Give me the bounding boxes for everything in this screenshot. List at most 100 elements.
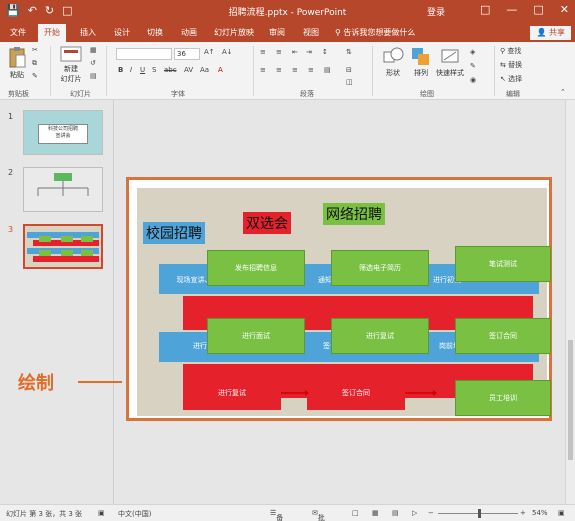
shadow-icon[interactable]: S	[152, 66, 156, 74]
zoom-slider-knob[interactable]	[478, 509, 481, 518]
slide-sorter-icon[interactable]: ▦	[372, 509, 379, 517]
status-bar: 幻灯片 第 3 张，共 3 张 ▣ 中文(中国) ☰ 备注 ✉ 批注 □ ▦ ▤…	[0, 504, 575, 521]
tab-design[interactable]: 设计	[108, 24, 136, 42]
ribbon-tab-bar: 文件 开始 插入 设计 切换 动画 幻灯片放映 审阅 视图 ⚲ 告诉我您想要做什…	[0, 24, 575, 42]
shape-button[interactable]: 形状	[380, 46, 406, 78]
section-icon[interactable]: ▤	[90, 72, 97, 80]
tab-view[interactable]: 视图	[297, 24, 325, 42]
group-label-paragraph: 段落	[300, 90, 314, 98]
select-button[interactable]: ↖ 选择	[500, 74, 522, 84]
tab-review[interactable]: 审阅	[263, 24, 291, 42]
numbering-icon[interactable]: ≡	[276, 48, 282, 56]
group-label-font: 字体	[171, 90, 185, 98]
replace-label: 替换	[508, 61, 523, 69]
fit-slide-icon[interactable]: ▣	[558, 509, 565, 517]
tab-transitions[interactable]: 切换	[141, 24, 169, 42]
notes-label: 备注	[276, 514, 284, 521]
minimize-icon[interactable]: —	[506, 3, 517, 16]
font-color-icon[interactable]: A	[218, 66, 223, 74]
vertical-scrollbar[interactable]	[565, 100, 575, 504]
align-center-icon[interactable]: ≡	[276, 66, 282, 74]
italic-icon[interactable]: I	[130, 66, 132, 74]
text-direction-icon[interactable]: ⇅	[346, 48, 352, 56]
char-spacing-icon[interactable]: AV	[184, 66, 193, 74]
reset-icon[interactable]: ↺	[90, 59, 96, 67]
new-slide-label: 新建 幻灯片	[60, 65, 82, 83]
zoom-in-icon[interactable]: +	[520, 509, 526, 517]
bold-icon[interactable]: B	[118, 66, 123, 74]
zoom-out-icon[interactable]: −	[428, 509, 434, 517]
strikethrough-icon[interactable]: abc	[164, 66, 177, 74]
ribbon-separator	[372, 46, 373, 96]
ribbon: 粘贴 ✂ ⧉ ✎ 剪贴板 新建 幻灯片 ▦ ↺ ▤ 幻灯片 36 A↑ A↓ B…	[0, 42, 575, 100]
copy-icon[interactable]: ⧉	[32, 59, 37, 68]
tab-home[interactable]: 开始	[38, 24, 66, 42]
ribbon-options-icon[interactable]: □	[480, 3, 490, 16]
replace-button[interactable]: ⇆ 替换	[500, 60, 522, 70]
justify-icon[interactable]: ≡	[308, 66, 314, 74]
underline-icon[interactable]: U	[140, 66, 145, 74]
tab-file[interactable]: 文件	[4, 24, 32, 42]
slide-editing-area: 校园招聘 双选会 网络招聘 现场宣讲、筛选简历 通知面试 进行初试 进行复试 签…	[114, 100, 575, 504]
tab-animations[interactable]: 动画	[175, 24, 203, 42]
flow-arrows	[281, 390, 437, 396]
maximize-icon[interactable]: □	[533, 3, 543, 16]
tell-me-box[interactable]: ⚲ 告诉我您想要做什么	[335, 27, 415, 38]
quick-styles-button[interactable]: 快速样式	[434, 46, 466, 78]
align-right-icon[interactable]: ≡	[292, 66, 298, 74]
layout-icon[interactable]: ▦	[90, 46, 97, 54]
arrow-head	[433, 390, 437, 396]
align-left-icon[interactable]: ≡	[260, 66, 266, 74]
group-label-slides: 幻灯片	[70, 90, 91, 98]
login-button[interactable]: 登录	[427, 5, 445, 18]
smartart-icon[interactable]: ◫	[346, 78, 353, 86]
font-name-select[interactable]	[116, 48, 172, 60]
tab-insert[interactable]: 插入	[74, 24, 102, 42]
normal-view-icon[interactable]: □	[352, 509, 359, 517]
group-label-clipboard: 剪贴板	[8, 90, 29, 98]
font-size-select[interactable]: 36	[174, 48, 200, 60]
new-slide-button[interactable]: 新建 幻灯片	[56, 46, 86, 84]
slideshow-icon[interactable]: ▷	[412, 509, 417, 517]
shape-outline-icon[interactable]: ✎	[470, 62, 476, 70]
find-label: 查找	[507, 47, 522, 55]
columns-icon[interactable]: ▤	[324, 66, 331, 74]
share-button[interactable]: 👤 共享	[530, 26, 571, 40]
tell-me-text: 告诉我您想要做什么	[343, 28, 416, 37]
reading-view-icon[interactable]: ▤	[392, 509, 399, 517]
shape-label: 形状	[386, 69, 400, 77]
format-painter-icon[interactable]: ✎	[32, 72, 38, 80]
slide-thumbnail-pane: 1 科技公司招聘 宣讲会 2 3	[0, 100, 114, 504]
zoom-level[interactable]: 54%	[532, 509, 548, 517]
slide-thumbnail-1[interactable]: 科技公司招聘 宣讲会	[23, 110, 103, 155]
arrange-button[interactable]: 排列	[408, 46, 434, 78]
scrollbar-thumb[interactable]	[568, 340, 573, 460]
notes-button[interactable]: ☰ 备注	[270, 509, 283, 521]
shrink-font-icon[interactable]: A↓	[222, 48, 233, 56]
paste-button[interactable]: 粘贴	[4, 46, 30, 80]
close-icon[interactable]: ✕	[560, 3, 569, 16]
bullets-icon[interactable]: ≡	[260, 48, 266, 56]
shape-effects-icon[interactable]: ◉	[470, 76, 476, 84]
slide-canvas[interactable]: 校园招聘 双选会 网络招聘 现场宣讲、筛选简历 通知面试 进行初试 进行复试 签…	[137, 188, 551, 416]
cut-icon[interactable]: ✂	[32, 46, 38, 54]
comments-button[interactable]: ✉ 批注	[312, 509, 325, 521]
language-indicator[interactable]: 中文(中国)	[118, 509, 151, 519]
slide-thumbnail-3[interactable]	[23, 224, 103, 269]
grow-font-icon[interactable]: A↑	[204, 48, 215, 56]
comments-label: 批注	[317, 514, 325, 521]
spell-check-icon[interactable]: ▣	[98, 509, 105, 517]
indent-decrease-icon[interactable]: ⇤	[292, 48, 298, 56]
collapse-ribbon-icon[interactable]: ⌃	[560, 88, 566, 96]
indent-increase-icon[interactable]: ⇥	[306, 48, 312, 56]
align-text-icon[interactable]: ⊟	[346, 66, 352, 74]
annotation-label: 绘制	[18, 373, 54, 394]
slide-thumbnail-2[interactable]	[23, 167, 103, 212]
title-bar: 💾 ↶ ↻ □ 招聘流程.pptx - PowerPoint 登录 □ — □ …	[0, 0, 575, 24]
ribbon-separator	[494, 46, 495, 96]
find-button[interactable]: ⚲ 查找	[500, 46, 521, 56]
tab-slideshow[interactable]: 幻灯片放映	[208, 24, 260, 42]
line-spacing-icon[interactable]: ↕	[322, 48, 328, 56]
shape-fill-icon[interactable]: ◈	[470, 48, 475, 56]
change-case-icon[interactable]: Aa	[200, 66, 209, 74]
